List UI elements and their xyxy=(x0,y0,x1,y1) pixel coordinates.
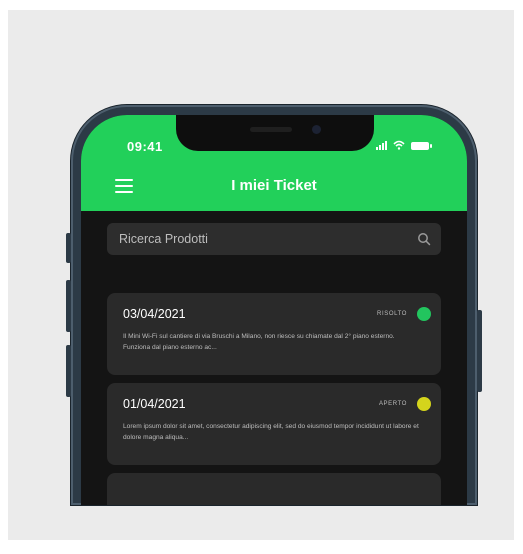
page-title: I miei Ticket xyxy=(231,177,317,194)
notch xyxy=(176,115,374,151)
phone-screen: 09:41 I miei Ticket Ricerca Prodotti 03/… xyxy=(81,115,467,505)
volume-up-button xyxy=(66,280,71,332)
search-icon[interactable] xyxy=(417,232,431,246)
ticket-card-partial[interactable] xyxy=(107,473,441,505)
ticket-description: Il Mini Wi-Fi sul cantiere di via Brusch… xyxy=(123,333,395,351)
search-bar xyxy=(107,223,441,255)
status-dot-resolved xyxy=(417,307,431,321)
ticket-status: APERTO xyxy=(378,401,407,407)
signal-icon xyxy=(376,140,387,150)
status-icons xyxy=(376,140,432,150)
speaker xyxy=(250,127,292,132)
status-time: 09:41 xyxy=(127,139,163,154)
camera-icon xyxy=(312,125,321,134)
app-header: 09:41 I miei Ticket xyxy=(81,115,467,211)
power-button xyxy=(477,310,482,392)
wifi-icon xyxy=(393,140,405,150)
ticket-description: Lorem ipsum dolor sit amet, consectetur … xyxy=(123,423,419,441)
ticket-card[interactable]: 03/04/2021 RISOLTO Il Mini Wi-Fi sul can… xyxy=(107,293,441,375)
ticket-status: RISOLTO xyxy=(377,311,407,317)
ticket-date: 01/04/2021 xyxy=(123,397,186,411)
phone-frame: 09:41 I miei Ticket Ricerca Prodotti 03/… xyxy=(66,105,482,505)
mute-switch xyxy=(66,233,71,263)
search-input[interactable] xyxy=(107,223,441,255)
volume-down-button xyxy=(66,345,71,397)
background-canvas: 09:41 I miei Ticket Ricerca Prodotti 03/… xyxy=(8,10,514,540)
ticket-card[interactable]: 01/04/2021 APERTO Lorem ipsum dolor sit … xyxy=(107,383,441,465)
status-dot-open xyxy=(417,397,431,411)
ticket-date: 03/04/2021 xyxy=(123,307,186,321)
battery-icon xyxy=(411,142,432,150)
